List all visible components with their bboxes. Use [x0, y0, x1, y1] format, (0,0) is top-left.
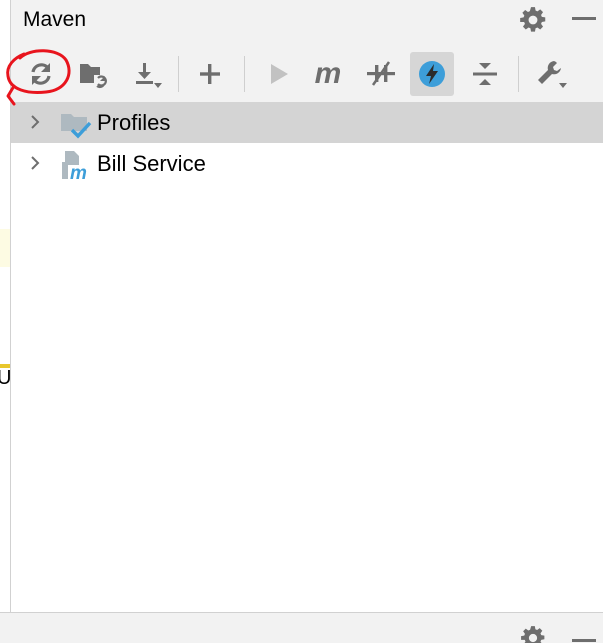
tree-item-label: Bill Service	[97, 151, 206, 176]
gear-icon[interactable]	[520, 625, 546, 643]
toolbar-separator	[518, 56, 519, 92]
maven-settings-button[interactable]	[529, 52, 573, 96]
editor-partial-text: U	[0, 367, 12, 389]
maven-toolbar: m	[11, 42, 603, 102]
svg-text:m: m	[70, 163, 87, 181]
chevron-right-icon[interactable]	[25, 112, 45, 132]
folder-refresh-icon	[80, 64, 107, 89]
tool-window-header: Maven	[11, 0, 603, 42]
toolbar-separator	[244, 56, 245, 92]
editor-edge: U	[0, 0, 11, 643]
toggle-skip-tests-button[interactable]	[410, 52, 454, 96]
play-icon	[271, 64, 288, 84]
wrench-icon	[538, 61, 567, 88]
reload-all-maven-projects-button[interactable]	[19, 52, 63, 96]
plus-icon	[200, 64, 220, 84]
collapse-all-icon	[473, 63, 497, 85]
maven-m-icon: m	[314, 57, 342, 90]
collapse-all-button[interactable]	[463, 52, 507, 96]
generate-sources-button[interactable]	[71, 52, 115, 96]
download-sources-button[interactable]	[125, 52, 169, 96]
refresh-icon	[31, 63, 51, 85]
bottom-tool-window-bar	[0, 612, 603, 643]
tree-item-bill-service[interactable]: m Bill Service	[11, 143, 603, 184]
toolbar-separator	[178, 56, 179, 92]
minimize-icon[interactable]	[572, 17, 596, 20]
execute-maven-goal-button[interactable]: m	[306, 52, 350, 96]
download-icon	[136, 63, 162, 88]
gear-icon[interactable]	[519, 6, 547, 34]
offline-icon	[367, 61, 395, 86]
tree-item-label: Profiles	[97, 110, 171, 135]
toggle-offline-mode-button[interactable]	[359, 52, 403, 96]
run-maven-build-button[interactable]	[256, 52, 300, 96]
maven-tool-window: Maven m Profiles m Bill Service	[11, 0, 603, 612]
tree-item-profiles[interactable]: Profiles	[11, 102, 603, 143]
maven-module-icon: m	[62, 151, 87, 181]
chevron-right-icon[interactable]	[25, 153, 45, 173]
panel-title: Maven	[23, 8, 87, 31]
lightning-icon	[419, 61, 445, 87]
add-maven-projects-button[interactable]	[188, 52, 232, 96]
profiles-folder-icon	[61, 114, 92, 139]
minimize-icon[interactable]	[572, 639, 596, 642]
editor-highlight-line	[0, 229, 10, 267]
